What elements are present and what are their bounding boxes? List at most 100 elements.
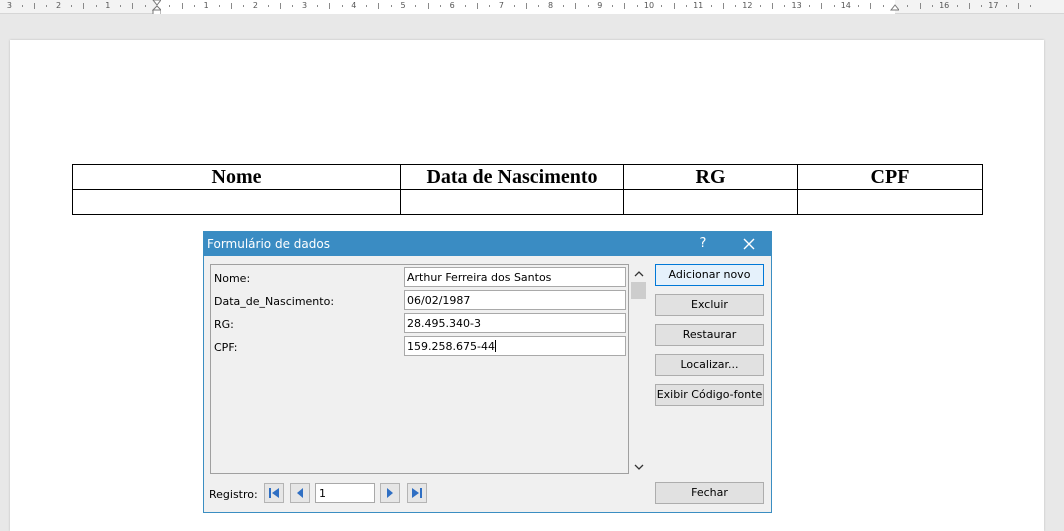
ruler-tick (870, 3, 872, 9)
dialog-titlebar[interactable]: Formulário de dados ? (204, 232, 771, 256)
previous-record-icon (297, 488, 303, 498)
ruler-tick (587, 5, 589, 7)
ruler-tick (968, 3, 970, 9)
ruler-tick (193, 5, 195, 7)
ruler-tick (292, 5, 294, 7)
close-dialog-button[interactable]: Fechar (655, 482, 764, 504)
ruler-tick (243, 5, 245, 7)
ruler-tick (575, 3, 577, 9)
ruler-number: 1 (105, 1, 111, 10)
header-nome[interactable]: Nome (72, 164, 401, 190)
ruler-number: 8 (548, 1, 554, 10)
rg-field[interactable]: 28.495.340-3 (404, 313, 626, 333)
next-record-icon (387, 488, 393, 498)
last-record-button[interactable] (407, 483, 427, 503)
ruler-tick (316, 5, 318, 7)
ruler-tick (95, 5, 97, 7)
header-cpf[interactable]: CPF (797, 164, 983, 190)
ruler-tick (1030, 5, 1032, 7)
table-cell[interactable] (72, 189, 401, 215)
ruler-tick (562, 5, 564, 7)
scroll-thumb[interactable] (631, 282, 646, 299)
table-cell[interactable] (400, 189, 624, 215)
delete-button[interactable]: Excluir (655, 294, 764, 316)
find-button[interactable]: Localizar... (655, 354, 764, 376)
ruler-number: 12 (742, 1, 753, 10)
ruler-number: 6 (449, 1, 455, 10)
close-icon (743, 238, 755, 250)
ruler-tick (181, 3, 183, 9)
ruler-tick (120, 5, 122, 7)
ruler-tick (415, 5, 417, 7)
ruler-tick (882, 5, 884, 7)
ruler-tick (661, 5, 663, 7)
ruler-tick (981, 5, 983, 7)
ruler-number: 3 (302, 1, 308, 10)
table-cell[interactable] (623, 189, 798, 215)
table-header-row: Nome Data de Nascimento RG CPF (72, 164, 983, 190)
show-source-button[interactable]: Exibir Código-fonte (655, 384, 764, 406)
ruler-tick (439, 5, 441, 7)
next-record-button[interactable] (380, 483, 400, 503)
ruler-number: 13 (791, 1, 802, 10)
ruler-tick (83, 3, 85, 9)
ruler-number: 4 (351, 1, 357, 10)
data-form-dialog: Formulário de dados ? Nome: Arthur Ferre… (203, 231, 772, 513)
right-indent-marker[interactable] (890, 0, 899, 14)
record-number-input[interactable]: 1 (315, 483, 375, 503)
text-caret (494, 340, 496, 352)
help-button[interactable]: ? (691, 233, 715, 255)
ruler-tick (636, 5, 638, 7)
ruler-number: 16 (939, 1, 950, 10)
ruler-tick (808, 5, 810, 7)
ruler-tick (710, 5, 712, 7)
ruler-tick (21, 5, 23, 7)
ruler-tick (144, 5, 146, 7)
table-cell[interactable] (797, 189, 983, 215)
cpf-field[interactable]: 159.258.675-44 (404, 336, 626, 356)
scroll-down-button[interactable] (630, 458, 647, 473)
chevron-up-icon (634, 271, 643, 277)
ruler-tick (538, 5, 540, 7)
ruler-tick (772, 3, 773, 9)
ruler-tick (685, 5, 687, 7)
first-record-button[interactable] (264, 483, 284, 503)
ruler-tick (70, 5, 72, 7)
scroll-up-button[interactable] (630, 265, 647, 280)
header-rg[interactable]: RG (623, 164, 798, 190)
previous-record-button[interactable] (290, 483, 310, 503)
ruler-tick (956, 5, 958, 7)
left-indent-marker[interactable] (152, 0, 161, 14)
close-button[interactable] (734, 233, 764, 255)
ruler-tick (218, 5, 220, 7)
ruler-number: 3 (6, 1, 12, 10)
ruler-tick (132, 3, 134, 9)
field-label-data-de-nascimento: Data_de_Nascimento: (214, 295, 335, 308)
ruler-number: 2 (252, 1, 258, 10)
ruler-number: 17 (988, 1, 999, 10)
nome-field[interactable]: Arthur Ferreira dos Santos (404, 267, 626, 287)
ruler-number: 2 (56, 1, 62, 10)
last-record-icon (412, 488, 422, 498)
ruler-tick (34, 3, 35, 9)
table-row (72, 189, 983, 215)
ruler-tick (427, 3, 429, 9)
chevron-down-icon (634, 464, 643, 470)
restore-button[interactable]: Restaurar (655, 324, 764, 346)
ruler-tick (464, 5, 466, 7)
ruler-tick (673, 3, 675, 9)
ruler-tick (907, 5, 909, 7)
ruler-tick (169, 5, 171, 7)
ruler-tick (1005, 5, 1007, 7)
ruler-tick (378, 3, 380, 9)
horizontal-ruler[interactable]: 3 2 1 1 2 3 4 5 6 7 8 9 10 11 12 13 14 16 17 (0, 0, 1064, 14)
data-de-nascimento-field[interactable]: 06/02/1987 (404, 290, 626, 310)
header-data-de-nascimento[interactable]: Data de Nascimento (400, 164, 624, 190)
add-new-button[interactable]: Adicionar novo (655, 264, 764, 286)
ruler-number: 5 (400, 1, 406, 10)
ruler-tick (624, 3, 626, 9)
fields-scrollbar[interactable] (630, 264, 647, 474)
ruler-tick (759, 5, 761, 7)
ruler-tick (267, 5, 269, 7)
document-table[interactable]: Nome Data de Nascimento RG CPF (72, 164, 983, 215)
